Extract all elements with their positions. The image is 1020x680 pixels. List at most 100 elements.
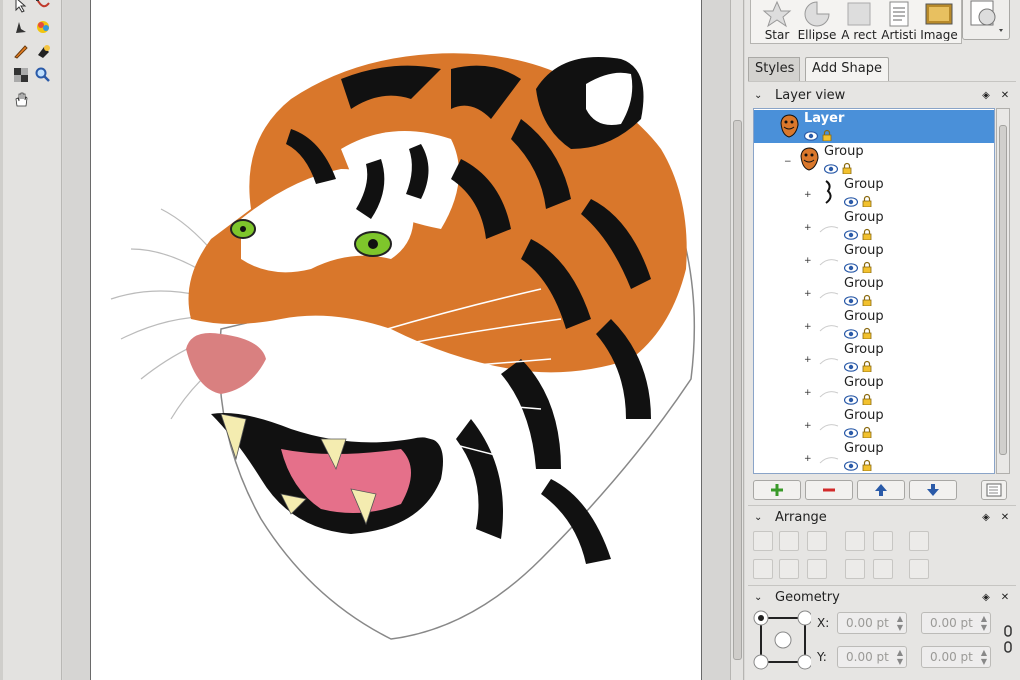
group-row[interactable]: + Group xyxy=(754,341,994,374)
collapse-chevron-icon[interactable]: ⌄ xyxy=(754,86,762,106)
pan-tool-icon[interactable] xyxy=(12,90,30,108)
visibility-eye-icon[interactable] xyxy=(843,196,859,207)
visibility-eye-icon[interactable] xyxy=(843,295,859,306)
rectangle-shape-item[interactable]: A rect xyxy=(839,0,879,41)
x-position-input[interactable]: 0.00 pt ▲ ▼ xyxy=(837,612,907,634)
group-row[interactable]: + Group xyxy=(754,308,994,341)
align-bottom-icon[interactable] xyxy=(807,559,827,579)
lock-icon[interactable] xyxy=(862,393,872,406)
visibility-eye-icon[interactable] xyxy=(843,361,859,372)
layer-row[interactable]: Layer xyxy=(754,110,994,143)
align-hcenter-icon[interactable] xyxy=(779,531,799,551)
ungroup-icon[interactable] xyxy=(909,559,929,579)
lock-icon[interactable] xyxy=(862,426,872,439)
artistic-text-shape-item[interactable]: Artisti xyxy=(879,0,919,41)
tree-expander-icon[interactable]: − xyxy=(784,157,792,167)
layer-tree-scrollbar[interactable] xyxy=(996,108,1010,474)
canvas-vertical-scrollbar[interactable] xyxy=(730,0,744,680)
visibility-eye-icon[interactable] xyxy=(843,262,859,273)
lock-icon[interactable] xyxy=(862,195,872,208)
visibility-eye-icon[interactable] xyxy=(843,328,859,339)
tree-expander-icon[interactable]: + xyxy=(804,289,812,299)
float-panel-icon[interactable]: ◈ xyxy=(979,89,993,103)
group-row[interactable]: + Group xyxy=(754,440,994,473)
select-tool-icon[interactable] xyxy=(12,0,30,14)
collapse-chevron-icon[interactable]: ⌄ xyxy=(754,508,762,528)
remove-layer-button[interactable] xyxy=(805,480,853,500)
tree-expander-icon[interactable]: + xyxy=(804,322,812,332)
align-top-icon[interactable] xyxy=(753,559,773,579)
group-row[interactable]: + Group xyxy=(754,407,994,440)
tree-expander-icon[interactable]: + xyxy=(804,355,812,365)
lock-icon[interactable] xyxy=(862,294,872,307)
bring-forward-icon[interactable] xyxy=(845,531,865,551)
tree-expander-icon[interactable]: + xyxy=(804,223,812,233)
raise-layer-button[interactable] xyxy=(857,480,905,500)
layer-tree-scroll-thumb[interactable] xyxy=(999,125,1007,455)
lock-icon[interactable] xyxy=(822,129,832,142)
group-row[interactable]: + Group xyxy=(754,275,994,308)
layer-view-mode-button[interactable] xyxy=(981,480,1007,500)
bring-to-front-icon[interactable] xyxy=(873,531,893,551)
height-input[interactable]: 0.00 pt ▲ ▼ xyxy=(921,646,991,668)
group-row[interactable]: + Group xyxy=(754,242,994,275)
lock-icon[interactable] xyxy=(862,327,872,340)
document-page[interactable] xyxy=(90,0,702,680)
align-left-icon[interactable] xyxy=(753,531,773,551)
zoom-tool-icon[interactable] xyxy=(34,66,52,84)
scrollbar-thumb[interactable] xyxy=(733,120,742,660)
spin-arrows-icon[interactable]: ▲ ▼ xyxy=(981,614,987,632)
send-to-back-icon[interactable] xyxy=(873,559,893,579)
visibility-eye-icon[interactable] xyxy=(843,229,859,240)
path-edit-tool-icon[interactable] xyxy=(34,0,52,14)
add-layer-button[interactable] xyxy=(753,480,801,500)
color-picker-tool-icon[interactable] xyxy=(34,18,52,36)
group-row[interactable]: + Group xyxy=(754,176,994,209)
shape-collection-button[interactable] xyxy=(962,0,1010,40)
ellipse-shape-item[interactable]: Ellipse xyxy=(797,0,837,41)
tree-expander-icon[interactable]: + xyxy=(804,388,812,398)
group-row[interactable]: + Group xyxy=(754,209,994,242)
image-shape-item[interactable]: Image xyxy=(919,0,959,41)
star-shape-item[interactable]: Star xyxy=(757,0,797,41)
close-panel-icon[interactable]: ✕ xyxy=(998,89,1012,103)
align-vcenter-icon[interactable] xyxy=(779,559,799,579)
calligraphy-tool-icon[interactable] xyxy=(12,18,30,36)
pattern-tool-icon[interactable] xyxy=(12,66,30,84)
float-panel-icon[interactable]: ◈ xyxy=(979,591,993,605)
lock-icon[interactable] xyxy=(862,459,872,472)
layer-tree[interactable]: Layer − Group + Group + Group + Group + Group + Grou… xyxy=(753,108,995,474)
group-row[interactable]: − Group xyxy=(754,143,994,176)
visibility-eye-icon[interactable] xyxy=(843,394,859,405)
aspect-lock-chain-icon[interactable] xyxy=(1003,622,1013,658)
y-position-input[interactable]: 0.00 pt ▲ ▼ xyxy=(837,646,907,668)
lock-icon[interactable] xyxy=(862,261,872,274)
tiger-head-illustration[interactable] xyxy=(91,0,703,680)
tab-add-shape[interactable]: Add Shape xyxy=(805,57,889,81)
width-input[interactable]: 0.00 pt ▲ ▼ xyxy=(921,612,991,634)
spin-arrows-icon[interactable]: ▲ ▼ xyxy=(981,648,987,666)
visibility-eye-icon[interactable] xyxy=(803,130,819,141)
send-backward-icon[interactable] xyxy=(845,559,865,579)
close-panel-icon[interactable]: ✕ xyxy=(998,511,1012,525)
close-panel-icon[interactable]: ✕ xyxy=(998,591,1012,605)
spin-arrows-icon[interactable]: ▲ ▼ xyxy=(897,648,903,666)
canvas-area[interactable] xyxy=(63,0,730,680)
visibility-eye-icon[interactable] xyxy=(843,460,859,471)
spin-arrows-icon[interactable]: ▲ ▼ xyxy=(897,614,903,632)
lower-layer-button[interactable] xyxy=(909,480,957,500)
visibility-eye-icon[interactable] xyxy=(843,427,859,438)
tab-styles[interactable]: Styles xyxy=(748,57,800,81)
collapse-chevron-icon[interactable]: ⌄ xyxy=(754,588,762,608)
lock-icon[interactable] xyxy=(862,360,872,373)
visibility-eye-icon[interactable] xyxy=(823,163,839,174)
lock-icon[interactable] xyxy=(842,162,852,175)
tree-expander-icon[interactable]: + xyxy=(804,454,812,464)
float-panel-icon[interactable]: ◈ xyxy=(979,511,993,525)
pencil-tool-icon[interactable] xyxy=(12,42,30,60)
align-right-icon[interactable] xyxy=(807,531,827,551)
group-icon[interactable] xyxy=(909,531,929,551)
tree-expander-icon[interactable]: + xyxy=(804,421,812,431)
group-row[interactable]: + Group xyxy=(754,374,994,407)
tree-expander-icon[interactable]: + xyxy=(804,256,812,266)
